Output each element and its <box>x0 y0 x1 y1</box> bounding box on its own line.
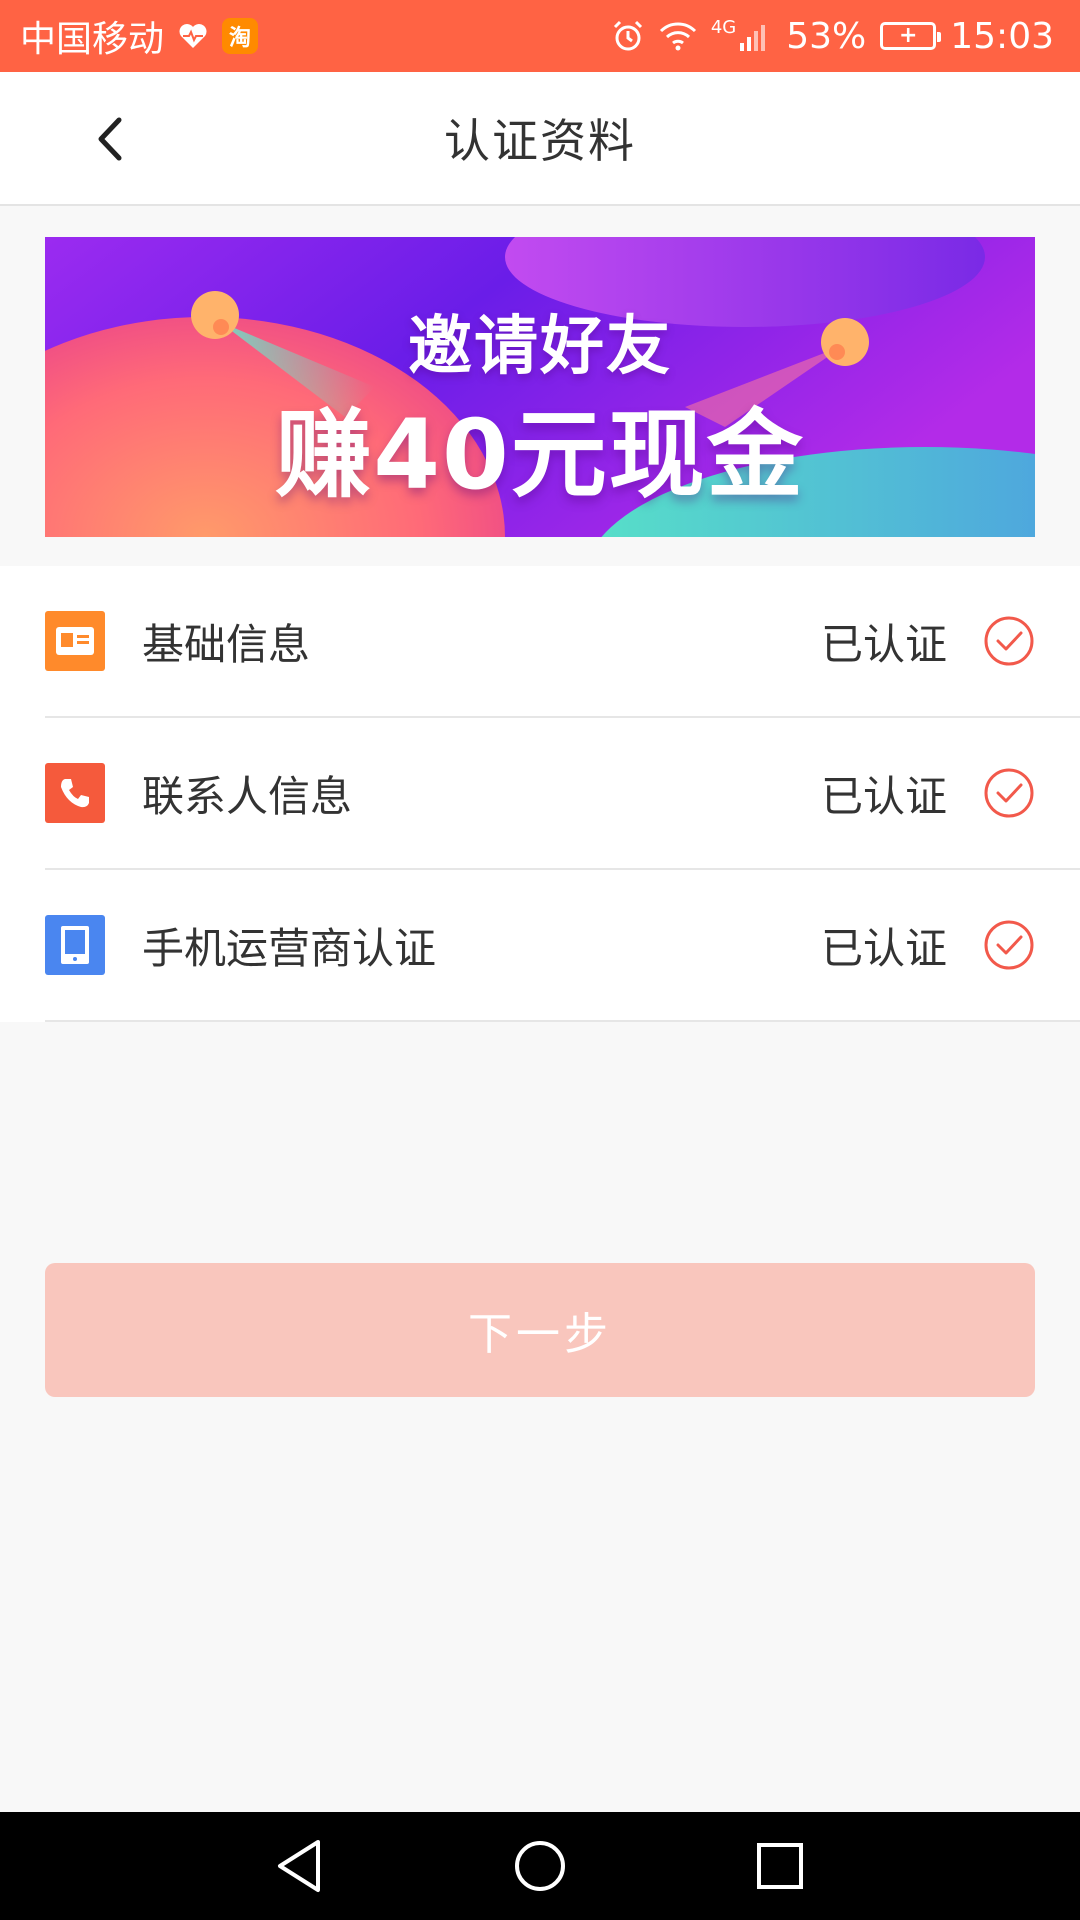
item-label: 联系人信息 <box>142 771 353 821</box>
item-status: 已认证 <box>820 923 947 973</box>
banner-reward-text: 赚40元现金 <box>275 399 805 511</box>
health-heart-icon <box>178 22 208 50</box>
list-item-contacts-info[interactable]: 联系人信息 已认证 <box>45 718 1080 870</box>
id-card-icon <box>45 611 105 671</box>
list-item-carrier-verification[interactable]: 手机运营商认证 已认证 <box>45 870 1080 1022</box>
mobile-device-icon <box>45 915 105 975</box>
list-item-basic-info[interactable]: 基础信息 已认证 <box>45 566 1080 718</box>
battery-charging-icon: + <box>880 22 942 50</box>
item-label: 基础信息 <box>142 619 311 669</box>
taobao-app-icon: 淘 <box>222 18 259 54</box>
system-navigation-bar <box>0 1812 1080 1920</box>
page-title: 认证资料 <box>444 114 636 168</box>
header: 认证资料 <box>0 72 1080 206</box>
next-step-button[interactable]: 下一步 <box>45 1263 1035 1397</box>
recent-apps-square-icon[interactable] <box>750 1836 810 1896</box>
status-bar: 中国移动 淘 4G 53% + 15:03 <box>0 0 1080 72</box>
status-bar-right: 4G 53% + 15:03 <box>611 16 1054 57</box>
chevron-left-icon <box>98 117 122 161</box>
banner-headline: 邀请好友 <box>408 310 672 384</box>
back-button[interactable] <box>80 104 140 174</box>
network-type: 4G <box>710 16 737 38</box>
status-bar-left: 中国移动 淘 <box>20 10 259 62</box>
carrier-name: 中国移动 <box>20 19 165 60</box>
clock-time: 15:03 <box>950 15 1054 57</box>
invite-promo-banner[interactable]: 邀请好友 赚40元现金 <box>45 237 1035 537</box>
alarm-icon <box>611 19 645 53</box>
back-triangle-icon[interactable] <box>270 1836 330 1896</box>
signal-icon <box>740 21 772 51</box>
battery-percent: 53% <box>786 15 867 57</box>
phone-icon <box>45 763 105 823</box>
check-circle-icon <box>984 920 1034 970</box>
wifi-icon <box>659 21 697 51</box>
item-status: 已认证 <box>820 619 947 669</box>
home-circle-icon[interactable] <box>510 1836 570 1896</box>
check-circle-icon <box>984 616 1034 666</box>
check-circle-icon <box>984 768 1034 818</box>
item-label: 手机运营商认证 <box>142 923 437 973</box>
verification-list: 基础信息 已认证 联系人信息 已认证 手机运营商认证 已认证 <box>0 566 1080 1022</box>
item-status: 已认证 <box>820 771 947 821</box>
